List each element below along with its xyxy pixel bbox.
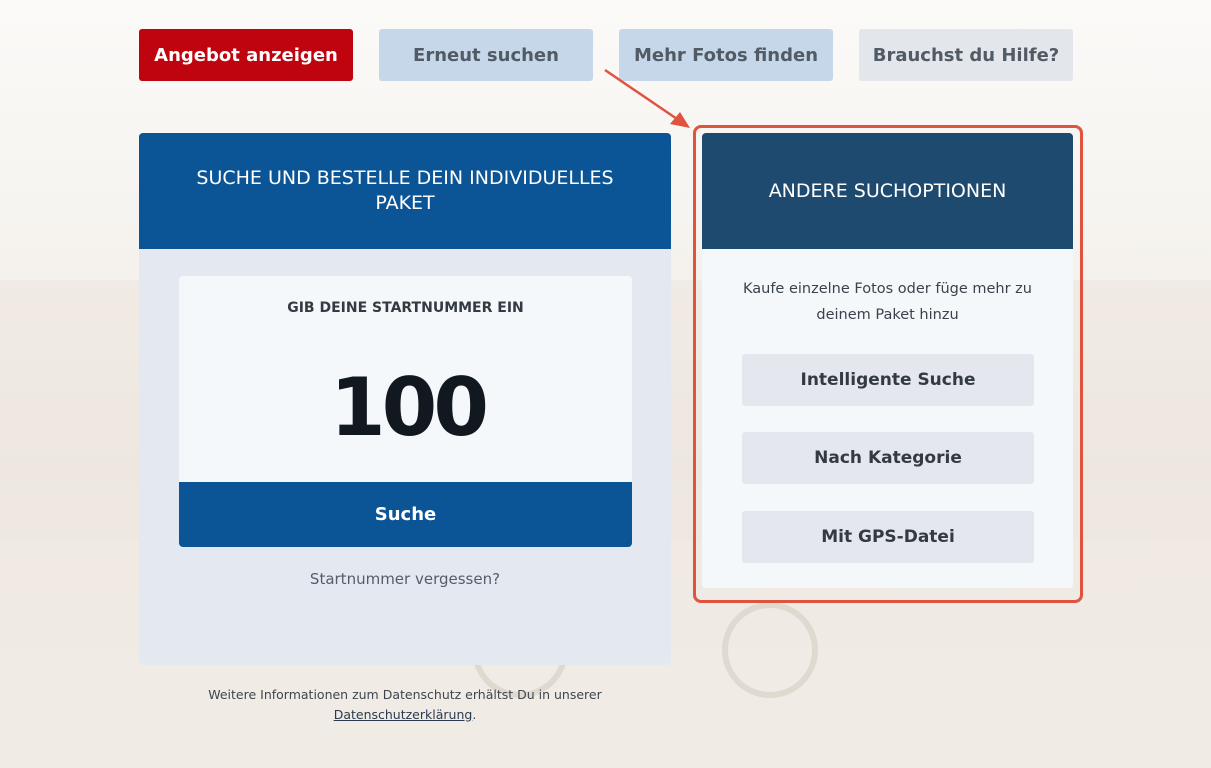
by-category-button[interactable]: Nach Kategorie	[742, 432, 1034, 484]
privacy-policy-link[interactable]: Datenschutzerklärung	[334, 707, 473, 722]
smart-search-button[interactable]: Intelligente Suche	[742, 354, 1034, 406]
annotation-arrow-icon	[604, 68, 690, 128]
show-offer-button[interactable]: Angebot anzeigen	[139, 29, 353, 81]
start-number-input[interactable]	[219, 358, 596, 456]
privacy-suffix: .	[472, 707, 477, 722]
privacy-notice: Weitere Informationen zum Datenschutz er…	[139, 685, 671, 725]
other-options-description: Kaufe einzelne Fotos oder füge mehr zu d…	[742, 281, 1032, 323]
package-search-title: SUCHE UND BESTELLE DEIN INDIVIDUELLES PA…	[139, 133, 671, 249]
other-search-options-title: ANDERE SUCHOPTIONEN	[702, 133, 1073, 249]
need-help-button[interactable]: Brauchst du Hilfe?	[859, 29, 1073, 81]
other-search-options-card: ANDERE SUCHOPTIONEN Kaufe einzelne Fotos…	[702, 133, 1073, 588]
search-again-button[interactable]: Erneut suchen	[379, 29, 593, 81]
search-button[interactable]: Suche	[179, 482, 632, 547]
start-number-label: GIB DEINE STARTNUMMER EIN	[287, 300, 524, 316]
gps-file-button[interactable]: Mit GPS-Datei	[742, 511, 1034, 563]
privacy-text: Weitere Informationen zum Datenschutz er…	[208, 687, 602, 702]
forgot-start-number-link[interactable]: Startnummer vergessen?	[139, 570, 671, 588]
start-number-box: GIB DEINE STARTNUMMER EIN Suche	[179, 276, 632, 547]
package-search-card: SUCHE UND BESTELLE DEIN INDIVIDUELLES PA…	[139, 133, 671, 665]
